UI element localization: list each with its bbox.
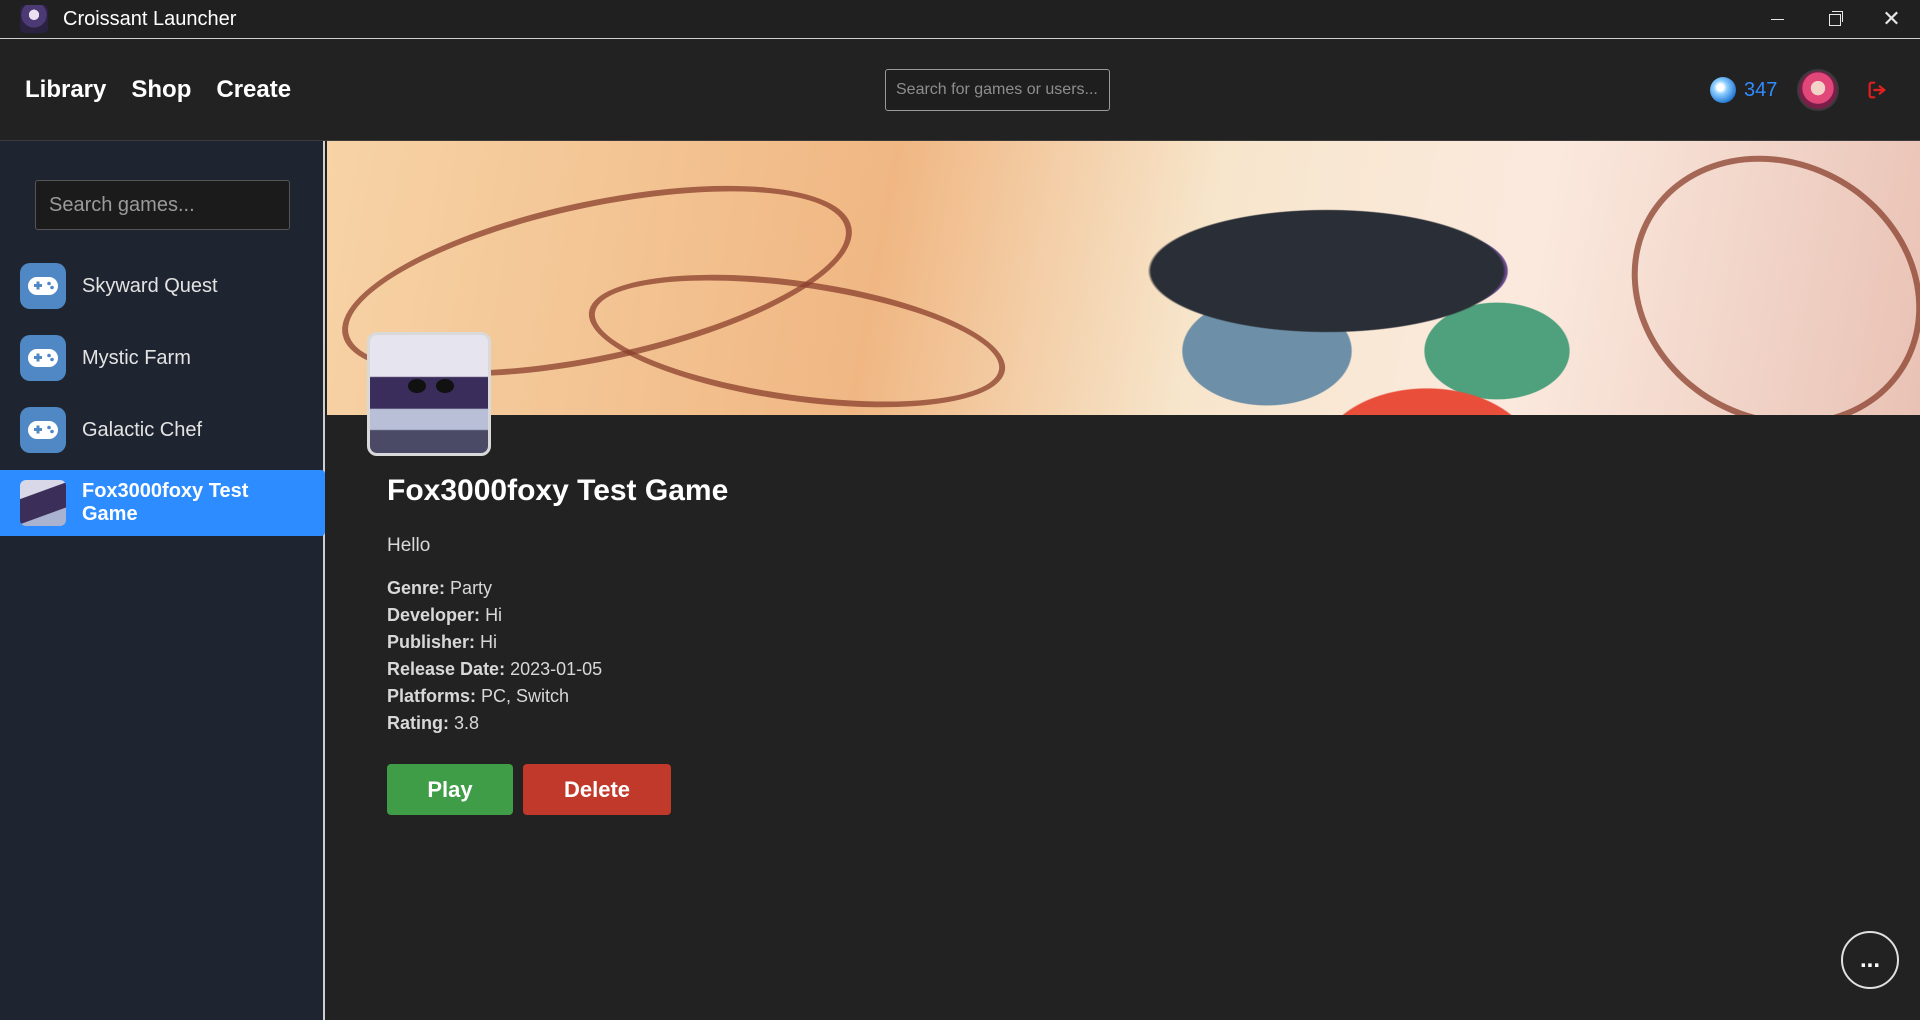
game-thumbnail	[20, 480, 66, 526]
close-icon: ✕	[1882, 6, 1901, 32]
detail-publisher: Publisher: Hi	[387, 632, 498, 652]
detail-genre: Genre: Party	[387, 578, 493, 598]
game-list: Skyward Quest Mystic Farm Galactic Chef …	[0, 250, 325, 536]
logout-button[interactable]	[1864, 77, 1890, 103]
restore-button[interactable]	[1806, 0, 1863, 39]
detail-developer: Developer: Hi	[387, 605, 503, 625]
nav-create[interactable]: Create	[216, 76, 291, 104]
nav-library[interactable]: Library	[25, 76, 106, 104]
gamepad-icon	[20, 407, 66, 453]
game-detail: Fox3000foxy Test Game Hello Genre: Party…	[327, 141, 1920, 1020]
detail-rating: Rating: 3.8	[387, 713, 480, 733]
title-bar: Croissant Launcher ✕	[0, 0, 1920, 39]
more-options-button[interactable]: ...	[1841, 931, 1899, 989]
sidebar-item-label: Skyward Quest	[82, 274, 218, 297]
gem-icon	[1710, 77, 1736, 103]
gamepad-icon	[20, 335, 66, 381]
user-avatar[interactable]	[1797, 69, 1839, 111]
game-cover-image	[367, 332, 491, 456]
game-title: Fox3000foxy Test Game	[387, 474, 729, 507]
currency-display: 347	[1710, 39, 1777, 141]
restore-icon	[1828, 10, 1843, 26]
glasses-icon	[408, 379, 454, 393]
sidebar-item-mystic-farm[interactable]: Mystic Farm	[0, 322, 325, 394]
minimize-button[interactable]	[1749, 0, 1806, 39]
gamepad-icon	[20, 263, 66, 309]
sidebar-item-label: Fox3000foxy Test Game	[82, 480, 249, 525]
sidebar-item-galactic-chef[interactable]: Galactic Chef	[0, 394, 325, 466]
nav-shop[interactable]: Shop	[131, 76, 191, 104]
header: Library Shop Create 347	[0, 39, 1920, 141]
sidebar-item-label: Galactic Chef	[82, 418, 203, 441]
detail-release-date: Release Date: 2023-01-05	[387, 659, 603, 679]
window-controls: ✕	[1749, 0, 1920, 39]
sidebar-item-fox3000foxy-test-game[interactable]: Fox3000foxy Test Game	[0, 470, 325, 536]
logout-icon	[1868, 81, 1886, 99]
global-search-input[interactable]	[885, 69, 1110, 111]
close-button[interactable]: ✕	[1863, 0, 1920, 39]
game-description: Hello	[387, 535, 431, 556]
sidebar-item-skyward-quest[interactable]: Skyward Quest	[0, 250, 325, 322]
game-actions: Play Delete	[387, 764, 671, 815]
sidebar-item-label: Mystic Farm	[82, 346, 191, 369]
minimize-icon	[1771, 19, 1784, 20]
main-nav: Library Shop Create	[25, 39, 291, 141]
app-icon	[20, 5, 48, 33]
delete-button[interactable]: Delete	[523, 764, 671, 815]
game-banner	[327, 141, 1920, 415]
play-button[interactable]: Play	[387, 764, 513, 815]
game-search-input[interactable]	[35, 180, 290, 230]
detail-platforms: Platforms: PC, Switch	[387, 686, 570, 706]
window-title: Croissant Launcher	[63, 7, 237, 30]
game-details: Genre: Party Developer: Hi Publisher: Hi…	[387, 575, 602, 737]
sidebar: Skyward Quest Mystic Farm Galactic Chef …	[0, 141, 325, 1020]
currency-amount: 347	[1744, 78, 1778, 101]
